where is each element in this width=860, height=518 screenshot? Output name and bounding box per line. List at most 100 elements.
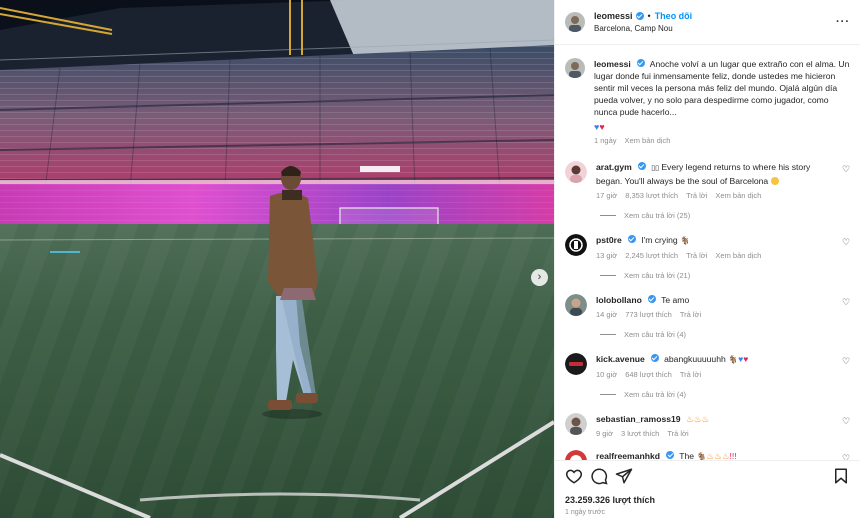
more-options-icon[interactable]: ··· bbox=[836, 16, 850, 28]
like-heart-icon[interactable] bbox=[565, 467, 583, 485]
verified-badge-icon bbox=[650, 354, 659, 362]
comment-bubble-icon[interactable] bbox=[590, 467, 608, 485]
commenter-avatar[interactable] bbox=[565, 161, 587, 183]
like-comment-heart-icon[interactable]: ♡ bbox=[842, 165, 850, 174]
comment-username[interactable]: lolobollano bbox=[596, 295, 642, 305]
commenter-avatar[interactable] bbox=[565, 353, 587, 375]
comment-time: 10 giờ bbox=[596, 370, 618, 379]
commenter-avatar[interactable] bbox=[565, 450, 587, 460]
caption-username[interactable]: leomessi bbox=[594, 59, 631, 69]
caption-translate-link[interactable]: Xem bản dịch bbox=[625, 136, 671, 145]
bookmark-icon[interactable] bbox=[832, 467, 850, 485]
comment-text: abangkuuuuuhh bbox=[664, 354, 726, 364]
comment-time: 9 giờ bbox=[596, 429, 614, 438]
view-replies-label: Xem câu trả lời (21) bbox=[624, 271, 691, 280]
verified-badge-icon bbox=[635, 12, 644, 20]
reply-button[interactable]: Trả lời bbox=[667, 429, 688, 438]
view-replies-button[interactable]: Xem câu trả lời (4) bbox=[600, 390, 832, 399]
comment-time: 13 giờ bbox=[596, 251, 618, 260]
comment-item: kick.avenue abangkuuuuuhh 🐐♥♥ 10 giờ 648… bbox=[565, 353, 850, 399]
commenter-avatar[interactable] bbox=[565, 294, 587, 316]
post-location[interactable]: Barcelona, Camp Nou bbox=[594, 24, 836, 33]
comment-username[interactable]: sebastian_ramoss19 bbox=[596, 414, 681, 424]
comment-text: Te amo bbox=[661, 295, 690, 305]
translate-link[interactable]: Xem bản dịch bbox=[715, 191, 761, 200]
like-count[interactable]: 23.259.326 lượt thích bbox=[565, 495, 850, 505]
commenter-avatar[interactable] bbox=[565, 234, 587, 256]
comment-username[interactable]: arat.gym bbox=[596, 162, 632, 172]
comment-time: 14 giờ bbox=[596, 310, 618, 319]
reply-button[interactable]: Trả lời bbox=[680, 370, 701, 379]
comment-likes[interactable]: 648 lượt thích bbox=[625, 370, 672, 379]
post-timestamp: 1 ngày trước bbox=[565, 509, 606, 516]
next-photo-button[interactable]: › bbox=[531, 269, 548, 286]
fire-emoji-icon: ♨♨♨ bbox=[685, 414, 710, 424]
caption-emojis: ♥♥ bbox=[594, 122, 850, 132]
crying-emoji-icon: ▯▯ bbox=[651, 165, 659, 172]
view-replies-label: Xem câu trả lời (4) bbox=[624, 330, 687, 339]
view-replies-button[interactable]: Xem câu trả lời (4) bbox=[600, 330, 832, 339]
comment-item: arat.gym ▯▯ Every legend returns to wher… bbox=[565, 161, 850, 220]
translate-link[interactable]: Xem bản dịch bbox=[715, 251, 761, 260]
post-header: leomessi • Theo dõi Barcelona, Camp Nou … bbox=[555, 0, 860, 45]
comment-time: 17 giờ bbox=[596, 191, 618, 200]
red-heart-icon: ♥ bbox=[743, 354, 749, 364]
comment-item: realfreemanhkd The 🐐♨♨♨!!! ♡ bbox=[565, 450, 850, 460]
fire-emoji-icon: ♨♨♨ bbox=[706, 451, 730, 460]
view-replies-button[interactable]: Xem câu trả lời (25) bbox=[600, 211, 832, 220]
post-actions-bar: 23.259.326 lượt thích 1 ngày trước bbox=[555, 460, 860, 518]
goat-emoji-icon: 🐐 bbox=[728, 355, 739, 364]
reply-button[interactable]: Trả lời bbox=[680, 310, 701, 319]
sad-emoji-icon bbox=[770, 177, 779, 185]
exclamation-emoji-icon: !!! bbox=[729, 451, 737, 460]
like-comment-heart-icon[interactable]: ♡ bbox=[842, 417, 850, 426]
post-caption: leomessi Anoche volví a un lugar que ext… bbox=[565, 58, 850, 145]
instagram-post-view: › leomessi • Theo dõi Barcelona, Camp No… bbox=[0, 0, 860, 518]
replies-line bbox=[600, 215, 616, 216]
verified-badge-icon bbox=[636, 59, 645, 67]
author-avatar-small[interactable] bbox=[565, 58, 585, 78]
separator-dot: • bbox=[647, 11, 651, 21]
caption-text: Anoche volví a un lugar que extraño con … bbox=[594, 59, 850, 117]
verified-badge-icon bbox=[627, 235, 636, 243]
goat-emoji-icon: 🐐 bbox=[696, 452, 707, 460]
view-replies-button[interactable]: Xem câu trả lời (21) bbox=[600, 271, 832, 280]
comment-item: lolobollano Te amo 14 giờ 773 lượt thích… bbox=[565, 294, 850, 339]
replies-line bbox=[600, 334, 616, 335]
comment-likes[interactable]: 8,353 lượt thích bbox=[625, 191, 678, 200]
red-heart-icon: ♥ bbox=[599, 122, 605, 132]
comment-item: pst0re I'm crying 🐐 13 giờ 2,245 lượt th… bbox=[565, 234, 850, 280]
comment-username[interactable]: pst0re bbox=[596, 235, 622, 245]
follow-button[interactable]: Theo dõi bbox=[655, 11, 693, 21]
view-replies-label: Xem câu trả lời (25) bbox=[624, 211, 691, 220]
reply-button[interactable]: Trả lời bbox=[686, 251, 707, 260]
post-sidebar: leomessi • Theo dõi Barcelona, Camp Nou … bbox=[554, 0, 860, 518]
comment-text: The bbox=[679, 451, 695, 460]
reply-button[interactable]: Trả lời bbox=[686, 191, 707, 200]
comment-username[interactable]: realfreemanhkd bbox=[596, 451, 660, 460]
caption-time: 1 ngày bbox=[594, 136, 617, 145]
post-photo: › bbox=[0, 0, 554, 518]
view-replies-label: Xem câu trả lời (4) bbox=[624, 390, 687, 399]
replies-line bbox=[600, 275, 616, 276]
verified-badge-icon bbox=[666, 451, 675, 459]
author-username[interactable]: leomessi bbox=[594, 11, 633, 21]
goat-emoji-icon: 🐐 bbox=[680, 236, 691, 245]
like-comment-heart-icon[interactable]: ♡ bbox=[842, 357, 850, 366]
comments-list[interactable]: leomessi Anoche volví a un lugar que ext… bbox=[555, 46, 860, 460]
comment-item: sebastian_ramoss19 ♨♨♨ 9 giờ 3 lượt thíc… bbox=[565, 413, 850, 438]
replies-line bbox=[600, 394, 616, 395]
comment-likes[interactable]: 3 lượt thích bbox=[621, 429, 659, 438]
comment-username[interactable]: kick.avenue bbox=[596, 354, 645, 364]
commenter-avatar[interactable] bbox=[565, 413, 587, 435]
like-comment-heart-icon[interactable]: ♡ bbox=[842, 298, 850, 307]
verified-badge-icon bbox=[647, 295, 656, 303]
comment-likes[interactable]: 2,245 lượt thích bbox=[625, 251, 678, 260]
share-send-icon[interactable] bbox=[615, 467, 633, 485]
comment-likes[interactable]: 773 lượt thích bbox=[625, 310, 672, 319]
stadium-photo bbox=[0, 0, 554, 518]
comment-text: I'm crying bbox=[641, 235, 678, 245]
author-avatar[interactable] bbox=[565, 12, 585, 32]
verified-badge-icon bbox=[637, 162, 646, 170]
like-comment-heart-icon[interactable]: ♡ bbox=[842, 238, 850, 247]
